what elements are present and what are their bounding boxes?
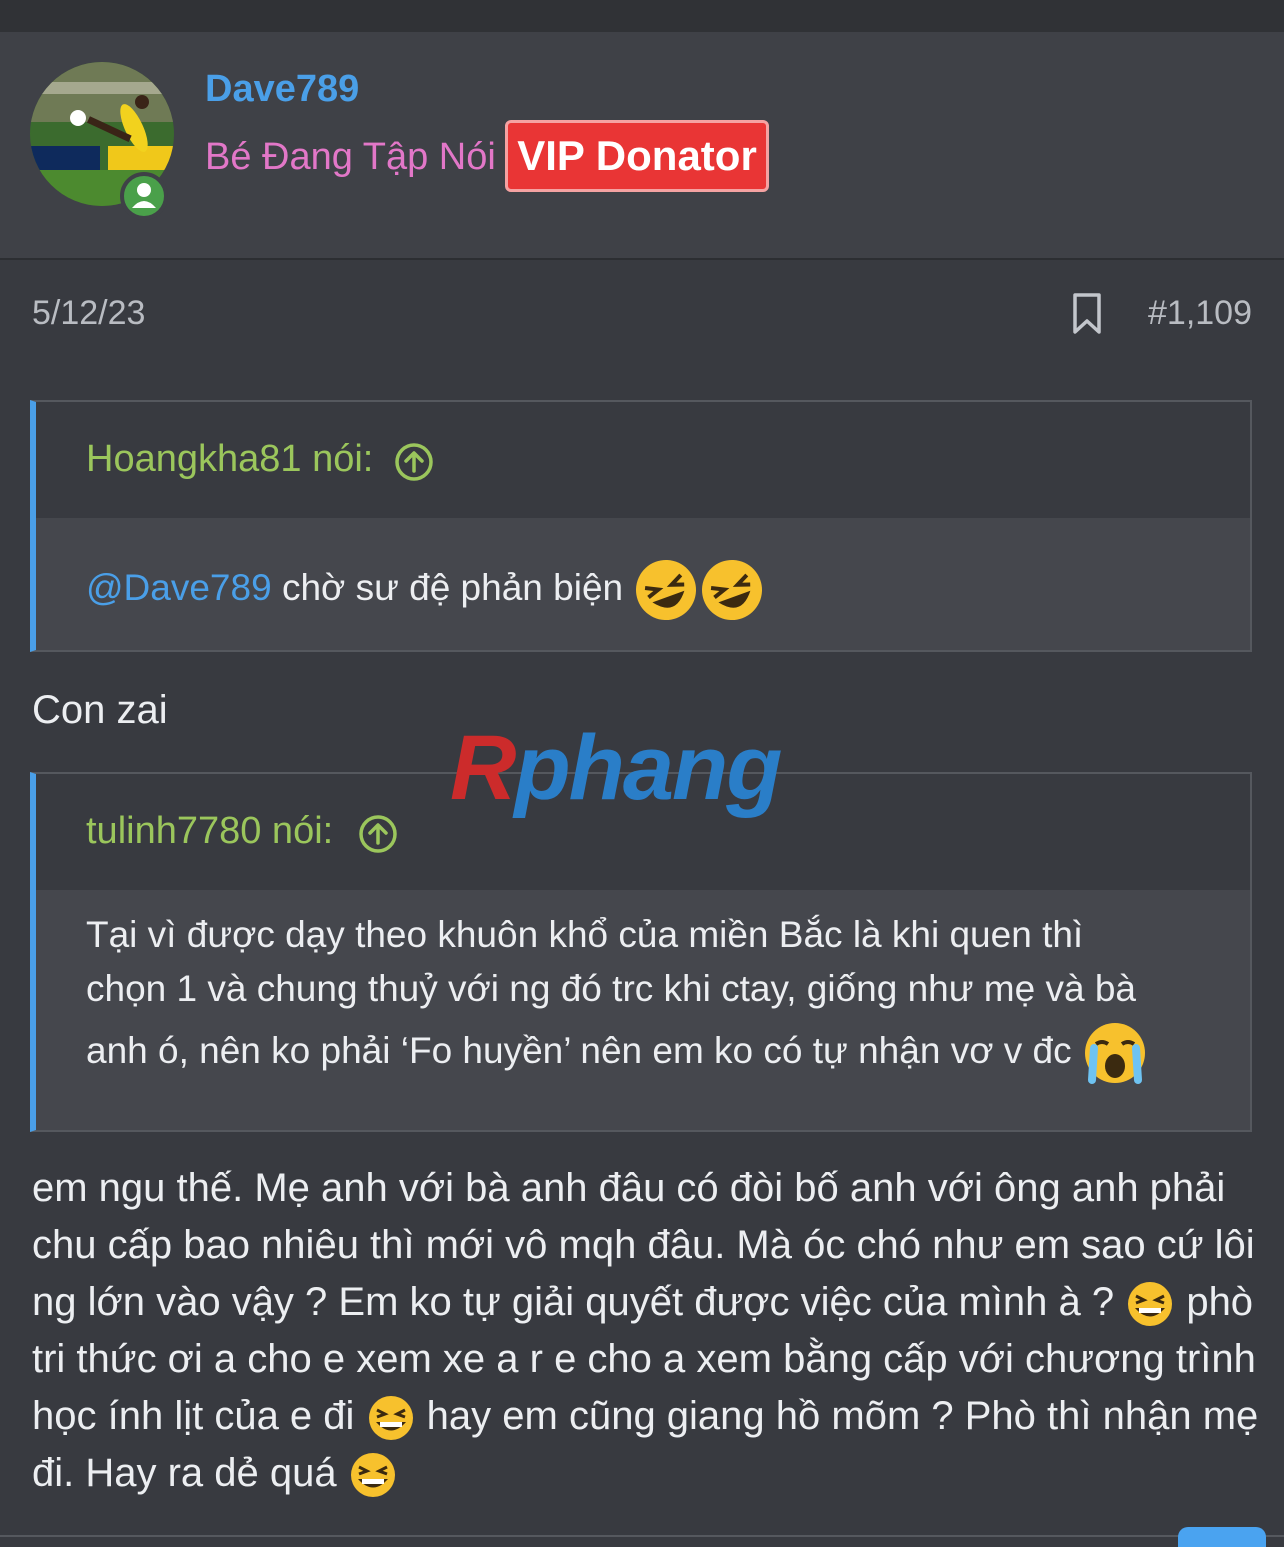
reply-text-1: Con zai xyxy=(32,688,168,732)
username[interactable]: Dave789 xyxy=(205,68,359,111)
post-date[interactable]: 5/12/23 xyxy=(32,294,145,333)
grinning-squint-emoji-icon xyxy=(350,1453,395,1498)
quote-author[interactable]: tulinh7780 nói: xyxy=(86,810,333,853)
quote-block-1: Hoangkha81 nói: @Dave789 chờ sư đệ phản … xyxy=(30,400,1252,652)
quote-text-line: Tại vì được dạy theo khuôn khổ của miền … xyxy=(86,914,1084,955)
action-button[interactable] xyxy=(1178,1527,1266,1547)
jump-to-post-icon[interactable] xyxy=(394,442,434,482)
reply-text-2: em ngu thế. Mẹ anh với bà anh đâu có đòi… xyxy=(32,1160,1262,1502)
quote-block-2: tulinh7780 nói: Tại vì được dạy theo khu… xyxy=(30,772,1252,1132)
quote-text-line: chọn 1 và chung thuỷ với ng đó trc khi c… xyxy=(86,968,1137,1009)
grinning-squint-emoji-icon xyxy=(368,1396,413,1441)
online-status-icon xyxy=(120,172,168,220)
rolling-laughing-emoji-icon xyxy=(636,560,763,621)
top-bar xyxy=(0,0,1284,32)
post-number[interactable]: #1,109 xyxy=(1148,294,1252,333)
post-divider xyxy=(0,1535,1284,1537)
quote-author[interactable]: Hoangkha81 nói: xyxy=(86,438,373,481)
crying-face-emoji-icon xyxy=(1084,1023,1145,1085)
bookmark-icon[interactable] xyxy=(1068,292,1106,336)
post-header: Dave789 Bé Đang Tập Nói VIP Donator xyxy=(0,32,1284,260)
mention-link[interactable]: @Dave789 xyxy=(86,567,272,608)
quote-text: chờ sư đệ phản biện xyxy=(271,567,634,608)
grinning-squint-emoji-icon xyxy=(1128,1282,1173,1327)
user-title: Bé Đang Tập Nói xyxy=(205,136,496,178)
watermark-logo: Rphang xyxy=(450,717,782,819)
quote-text-line: anh ó, nên ko phải ‘Fo huyền’ nên em ko … xyxy=(86,1030,1082,1071)
vip-donator-badge: VIP Donator xyxy=(505,120,769,192)
jump-to-post-icon[interactable] xyxy=(358,814,398,854)
